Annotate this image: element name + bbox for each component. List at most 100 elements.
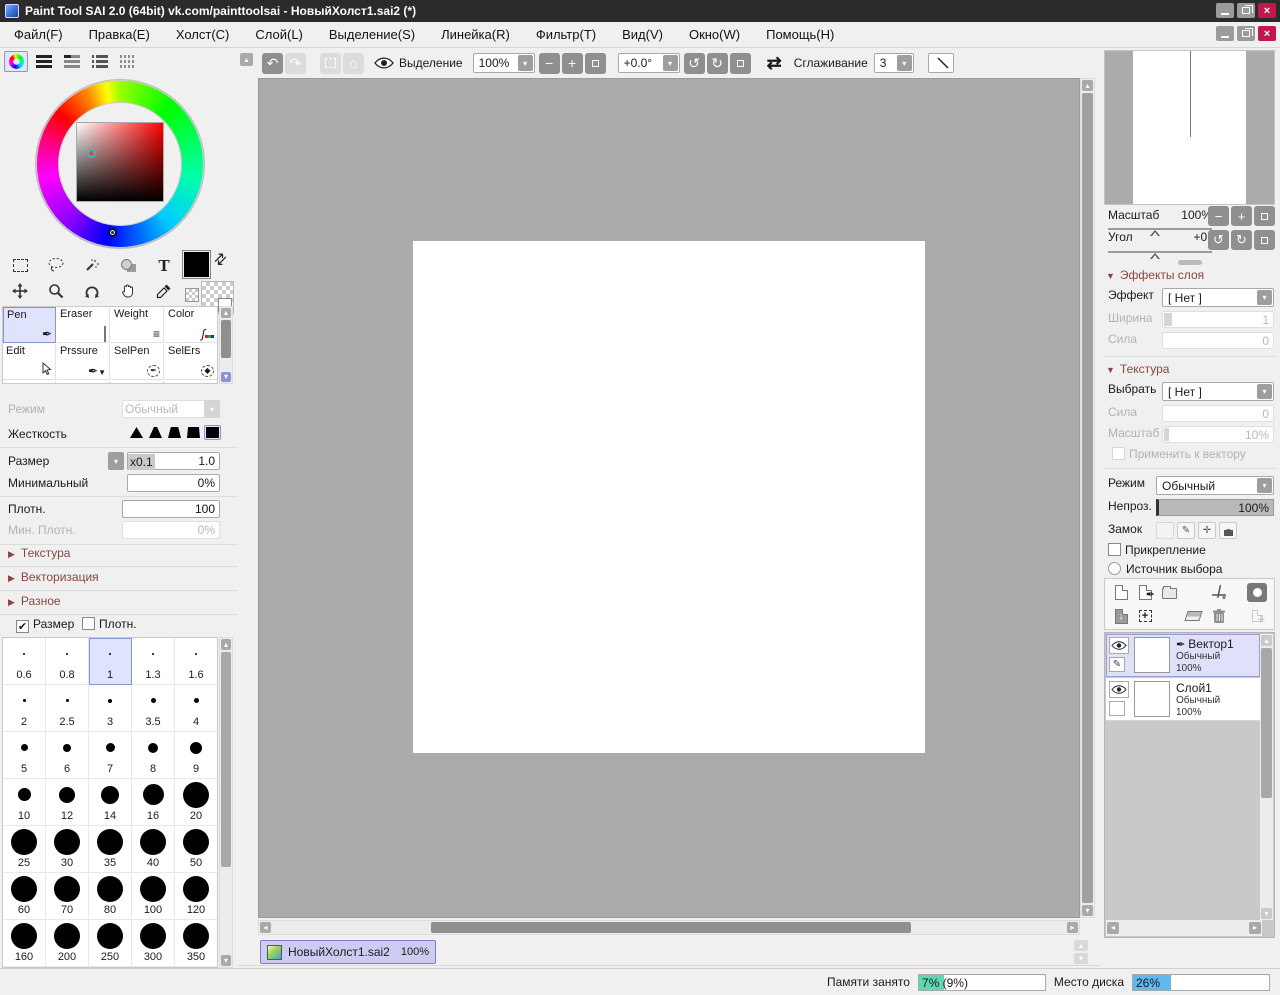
dropdown-icon[interactable]: ▾ [1257,478,1272,493]
menu-canvas[interactable]: Холст(C) [176,27,230,42]
layer-visibility-toggle[interactable] [1109,637,1129,654]
brush-size-35[interactable]: 35 [89,826,132,873]
brush-size-25[interactable]: 25 [3,826,46,873]
brush-size-40[interactable]: 40 [132,826,175,873]
brush-size-250[interactable]: 250 [89,920,132,967]
toggle-density[interactable]: Плотн. [82,617,137,631]
stabilizer-line-button[interactable] [928,53,954,73]
nav-zoom-in-button[interactable]: + [1231,206,1252,226]
nav-zoom-reset-button[interactable] [1254,206,1275,226]
brush-size-1.6[interactable]: 1.6 [175,638,218,685]
tab-scroll-up-icon[interactable]: ▴ [1074,940,1088,951]
brush-size-80[interactable]: 80 [89,873,132,920]
brush-size-2.5[interactable]: 2.5 [46,685,89,732]
scroll-down-icon[interactable]: ▾ [1261,908,1272,919]
panel-layout-1-button[interactable] [32,51,56,72]
brush-size-4[interactable]: 4 [175,685,218,732]
menu-help[interactable]: Помощь(H) [766,27,834,42]
brush-size-1.3[interactable]: 1.3 [132,638,175,685]
zoom-tool[interactable] [38,278,74,304]
hardness-5-icon[interactable] [204,425,221,440]
layer-row-sloy1[interactable]: Слой1 Обычный 100% [1106,678,1260,721]
effect-width-field[interactable]: 1 [1162,311,1274,328]
transform-button[interactable] [1209,582,1229,602]
menu-window[interactable]: Окно(W) [689,27,740,42]
hardness-4-icon[interactable] [185,425,202,440]
redo-button[interactable]: ↷ [285,53,306,74]
color-wheel-toggle[interactable] [4,51,28,72]
brush-size-160[interactable]: 160 [3,920,46,967]
brush-size-1[interactable]: 1 [89,638,132,685]
lock-paint-icon[interactable]: ✎ [1177,522,1195,539]
canvas-hscrollbar[interactable]: ◂ ▸ [258,920,1080,935]
new-vector-layer-button[interactable]: ✒ [1135,582,1155,602]
size-grid-scrollbar[interactable]: ▴ ▾ [219,637,233,968]
scroll-left-icon[interactable]: ◂ [260,922,271,933]
foreground-color-swatch[interactable] [182,250,211,279]
effect-select[interactable]: [ Нет ]▾ [1162,288,1274,307]
navigator[interactable] [1104,50,1275,205]
vector-edit-icon[interactable]: ✎ [1109,657,1125,672]
brush-size-5[interactable]: 5 [3,732,46,779]
canvas[interactable] [413,241,925,753]
zoom-in-button[interactable]: + [562,53,583,74]
scroll-up-icon[interactable]: ▴ [1261,635,1272,646]
menu-ruler[interactable]: Линейка(R) [441,27,510,42]
swap-colors-icon[interactable]: ⇄ [209,248,231,270]
tool-weight[interactable]: Weight≡ [111,307,164,343]
brush-size-7[interactable]: 7 [89,732,132,779]
selection-lock-button[interactable]: ⌂ [343,53,364,74]
new-folder-button[interactable] [1159,582,1179,602]
rotate-cw-button[interactable]: ↻ [707,53,728,74]
layer-list-hscrollbar[interactable]: ◂ ▸ [1106,920,1262,936]
menu-layer[interactable]: Слой(L) [255,27,303,42]
panel-layout-4-button[interactable] [116,51,140,72]
panel-resize-handle[interactable] [1178,260,1202,265]
scroll-down-icon[interactable]: ▾ [1082,905,1093,916]
section-misc[interactable]: ▶Разное [8,594,61,608]
text-tool[interactable]: T [146,252,182,278]
lasso-tool[interactable] [38,252,74,278]
brush-size-70[interactable]: 70 [46,873,89,920]
rotate-ccw-button[interactable]: ↺ [684,53,705,74]
brush-size-9[interactable]: 9 [175,732,218,779]
section-texture-right[interactable]: ▼Текстура [1106,362,1169,376]
brush-size-350[interactable]: 350 [175,920,218,967]
toggle-size[interactable]: ✔Размер [16,617,74,633]
restore-button[interactable] [1237,3,1255,18]
brush-size-20[interactable]: 20 [175,779,218,826]
hardness-1-icon[interactable] [128,425,145,440]
magic-wand-tool[interactable] [74,252,110,278]
brush-size-30[interactable]: 30 [46,826,89,873]
size-field[interactable]: x0.1 1.0 [127,452,220,470]
brush-size-0.6[interactable]: 0.6 [3,638,46,685]
layer-thumbnail[interactable] [1134,681,1170,717]
hardness-2-icon[interactable] [147,425,164,440]
rotate-view-tool[interactable] [74,278,110,304]
tab-scroll-down-icon[interactable]: ▾ [1074,953,1088,964]
clear-layer-button[interactable] [1183,606,1203,626]
section-layer-effects[interactable]: ▼Эффекты слоя [1106,268,1204,282]
delete-layer-button[interactable] [1209,606,1229,626]
transparent-color-chip[interactable] [185,288,199,302]
brush-size-300[interactable]: 300 [132,920,175,967]
flip-horizontal-icon[interactable]: ⇄ [767,53,782,74]
tool-selers[interactable]: SelErs◆ [165,344,218,380]
scroll-right-icon[interactable]: ▸ [1067,922,1078,933]
doc-close-button[interactable]: × [1258,26,1276,41]
collapse-left-panel-button[interactable]: ▴ [240,53,253,66]
undo-button[interactable]: ↶ [262,53,283,74]
scroll-down-icon[interactable]: ▾ [221,372,231,382]
texture-scale-field[interactable]: 10% [1162,426,1274,443]
tool-color[interactable]: Colorʃ [165,307,218,343]
apply-vector-checkbox[interactable] [1112,447,1125,460]
lock-transparency-icon[interactable] [1156,522,1174,539]
dropdown-icon[interactable]: ▾ [897,55,912,71]
min-density-field[interactable]: 0% [122,521,220,539]
nav-rotate-ccw-button[interactable]: ↺ [1208,230,1229,250]
minimize-button[interactable] [1216,3,1234,18]
lock-all-icon[interactable] [1219,522,1237,539]
layer-visibility-toggle[interactable] [1109,681,1129,698]
size-checkbox[interactable]: ✔ [16,620,29,633]
scroll-down-icon[interactable]: ▾ [221,955,231,966]
